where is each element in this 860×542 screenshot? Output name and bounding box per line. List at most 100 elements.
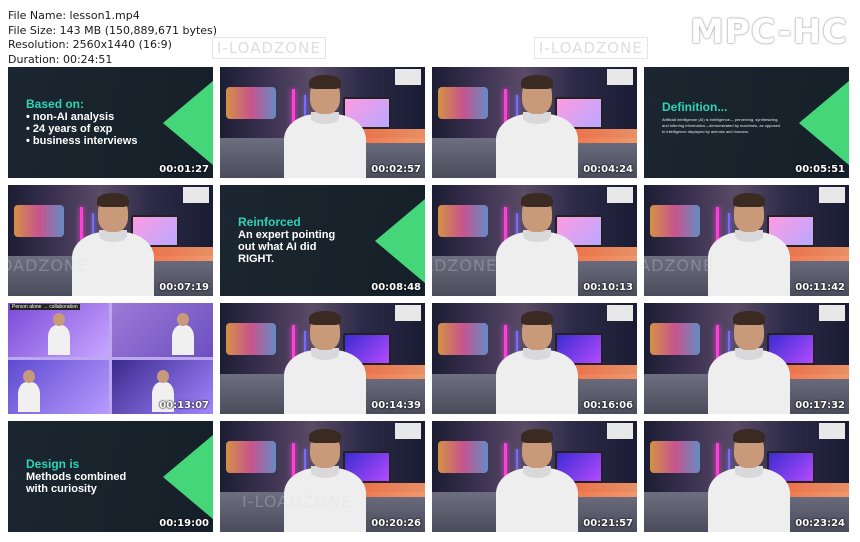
timestamp-label: 00:02:57	[371, 164, 421, 175]
slide-heading: Based on:	[26, 97, 85, 111]
wall-poster	[395, 69, 421, 85]
slide-definition-text: Artificial intelligence (AI) is intellig…	[662, 117, 781, 134]
thumbnail-frame[interactable]: Based on: • non-AI analysis • 24 years of …	[8, 67, 213, 178]
thumbnail-frame[interactable]: Definition... Artificial intelligence (AI…	[644, 67, 849, 178]
thumbnail-frame[interactable]: 00:04:24	[432, 67, 637, 178]
presenter-figure	[496, 429, 578, 532]
slide-line: An expert pointing	[238, 229, 336, 241]
thumbnail-frame[interactable]: 00:14:39	[220, 303, 425, 414]
timestamp-label: 00:23:24	[795, 518, 845, 529]
studio-shelf	[438, 87, 488, 119]
timestamp-label: 00:13:07	[159, 400, 209, 411]
watermark-overlay: I-LOADZONE	[242, 492, 353, 511]
watermark-overlay: I-LOADZONE	[432, 256, 498, 275]
wall-poster	[819, 423, 845, 439]
brand-logo: MPC-HC	[689, 12, 848, 52]
file-info: File Name: lesson1.mp4 File Size: 143 MB…	[8, 9, 217, 67]
timestamp-label: 00:07:19	[159, 282, 209, 293]
presenter-figure	[72, 193, 154, 296]
presenter-figure	[284, 429, 366, 532]
studio-shelf	[438, 441, 488, 473]
duration-text: Duration: 00:24:51	[8, 52, 113, 66]
slide-line: out what AI did	[238, 241, 317, 253]
studio-shelf	[14, 205, 64, 237]
timestamp-label: 00:11:42	[795, 282, 845, 293]
slide-body: Methods combined with curiosity	[26, 471, 146, 495]
timestamp-label: 00:08:48	[371, 282, 421, 293]
studio-shelf	[438, 323, 488, 355]
thumbnail-frame[interactable]: 00:17:32	[644, 303, 849, 414]
slide-line: • non-AI analysis	[26, 111, 115, 123]
file-size-text: File Size: 143 MB (150,889,671 bytes)	[8, 23, 218, 37]
timestamp-label: 00:19:00	[159, 518, 209, 529]
green-triangle-graphic	[163, 435, 213, 519]
timestamp-label: 00:04:24	[583, 164, 633, 175]
wall-poster	[183, 187, 209, 203]
presenter-figure	[496, 75, 578, 178]
timestamp-label: 00:17:32	[795, 400, 845, 411]
thumbnail-frame[interactable]: 00:23:24	[644, 421, 849, 532]
timestamp-label: 00:21:57	[583, 518, 633, 529]
presenter-figure	[284, 311, 366, 414]
slide-heading: Definition...	[662, 100, 728, 114]
collage-panel	[112, 303, 213, 357]
collage-caption: Person alone → collaboration	[10, 304, 80, 310]
slide-body: An expert pointing out what AI did RIGHT.	[238, 229, 358, 265]
slide-line: with curiosity	[26, 483, 97, 495]
green-triangle-graphic	[163, 81, 213, 165]
slide-line: • 24 years of exp	[26, 123, 113, 135]
slide-heading: Reinforced	[238, 215, 301, 229]
thumbnail-frame[interactable]: Reinforced An expert pointing out what AI …	[220, 185, 425, 296]
wall-poster	[395, 305, 421, 321]
collage-panel	[8, 360, 109, 414]
wall-poster	[395, 423, 421, 439]
green-triangle-graphic	[799, 81, 849, 165]
studio-shelf	[226, 87, 276, 119]
watermark-overlay: I-LOADZONE	[8, 256, 89, 275]
watermark-top-left: I-LOADZONE	[212, 37, 326, 59]
presenter-figure	[496, 311, 578, 414]
wall-poster	[819, 187, 845, 203]
presenter-figure	[284, 75, 366, 178]
wall-poster	[607, 305, 633, 321]
watermark-top-right: I-LOADZONE	[534, 37, 648, 59]
presenter-figure	[708, 311, 790, 414]
green-triangle-graphic	[375, 199, 425, 283]
thumbnail-frame[interactable]: 00:21:57	[432, 421, 637, 532]
studio-shelf	[438, 205, 488, 237]
studio-shelf	[226, 441, 276, 473]
wall-poster	[819, 305, 845, 321]
studio-shelf	[650, 441, 700, 473]
timestamp-label: 00:10:13	[583, 282, 633, 293]
timestamp-label: 00:05:51	[795, 164, 845, 175]
presenter-figure	[496, 193, 578, 296]
presenter-figure	[708, 193, 790, 296]
timestamp-label: 00:01:27	[159, 164, 209, 175]
thumbnail-frame[interactable]: 00:16:06	[432, 303, 637, 414]
slide-heading: Design is	[26, 457, 80, 471]
timestamp-label: 00:14:39	[371, 400, 421, 411]
slide-body: • non-AI analysis • 24 years of exp • busi…	[26, 111, 146, 147]
watermark-overlay: I-LOADZONE	[644, 256, 715, 275]
studio-shelf	[650, 205, 700, 237]
thumbnail-grid: Based on: • non-AI analysis • 24 years of …	[8, 67, 849, 532]
thumbnail-frame[interactable]: 00:02:57	[220, 67, 425, 178]
thumbnail-frame[interactable]: I-LOADZONE 00:10:13	[432, 185, 637, 296]
timestamp-label: 00:20:26	[371, 518, 421, 529]
studio-shelf	[650, 323, 700, 355]
timestamp-label: 00:16:06	[583, 400, 633, 411]
slide-line: • business interviews	[26, 135, 138, 147]
wall-poster	[607, 187, 633, 203]
wall-poster	[607, 423, 633, 439]
studio-shelf	[226, 323, 276, 355]
thumbnail-frame[interactable]: Person alone → collaboration 00:13:07	[8, 303, 213, 414]
wall-poster	[607, 69, 633, 85]
thumbnail-frame[interactable]: I-LOADZONE 00:20:26	[220, 421, 425, 532]
thumbnail-frame[interactable]: Design is Methods combined with curiosity 0…	[8, 421, 213, 532]
file-name-text: File Name: lesson1.mp4	[8, 9, 140, 22]
slide-line: RIGHT.	[238, 253, 275, 265]
presenter-figure	[708, 429, 790, 532]
thumbnail-frame[interactable]: I-LOADZONE 00:07:19	[8, 185, 213, 296]
resolution-text: Resolution: 2560x1440 (16:9)	[8, 38, 172, 51]
thumbnail-frame[interactable]: I-LOADZONE 00:11:42	[644, 185, 849, 296]
